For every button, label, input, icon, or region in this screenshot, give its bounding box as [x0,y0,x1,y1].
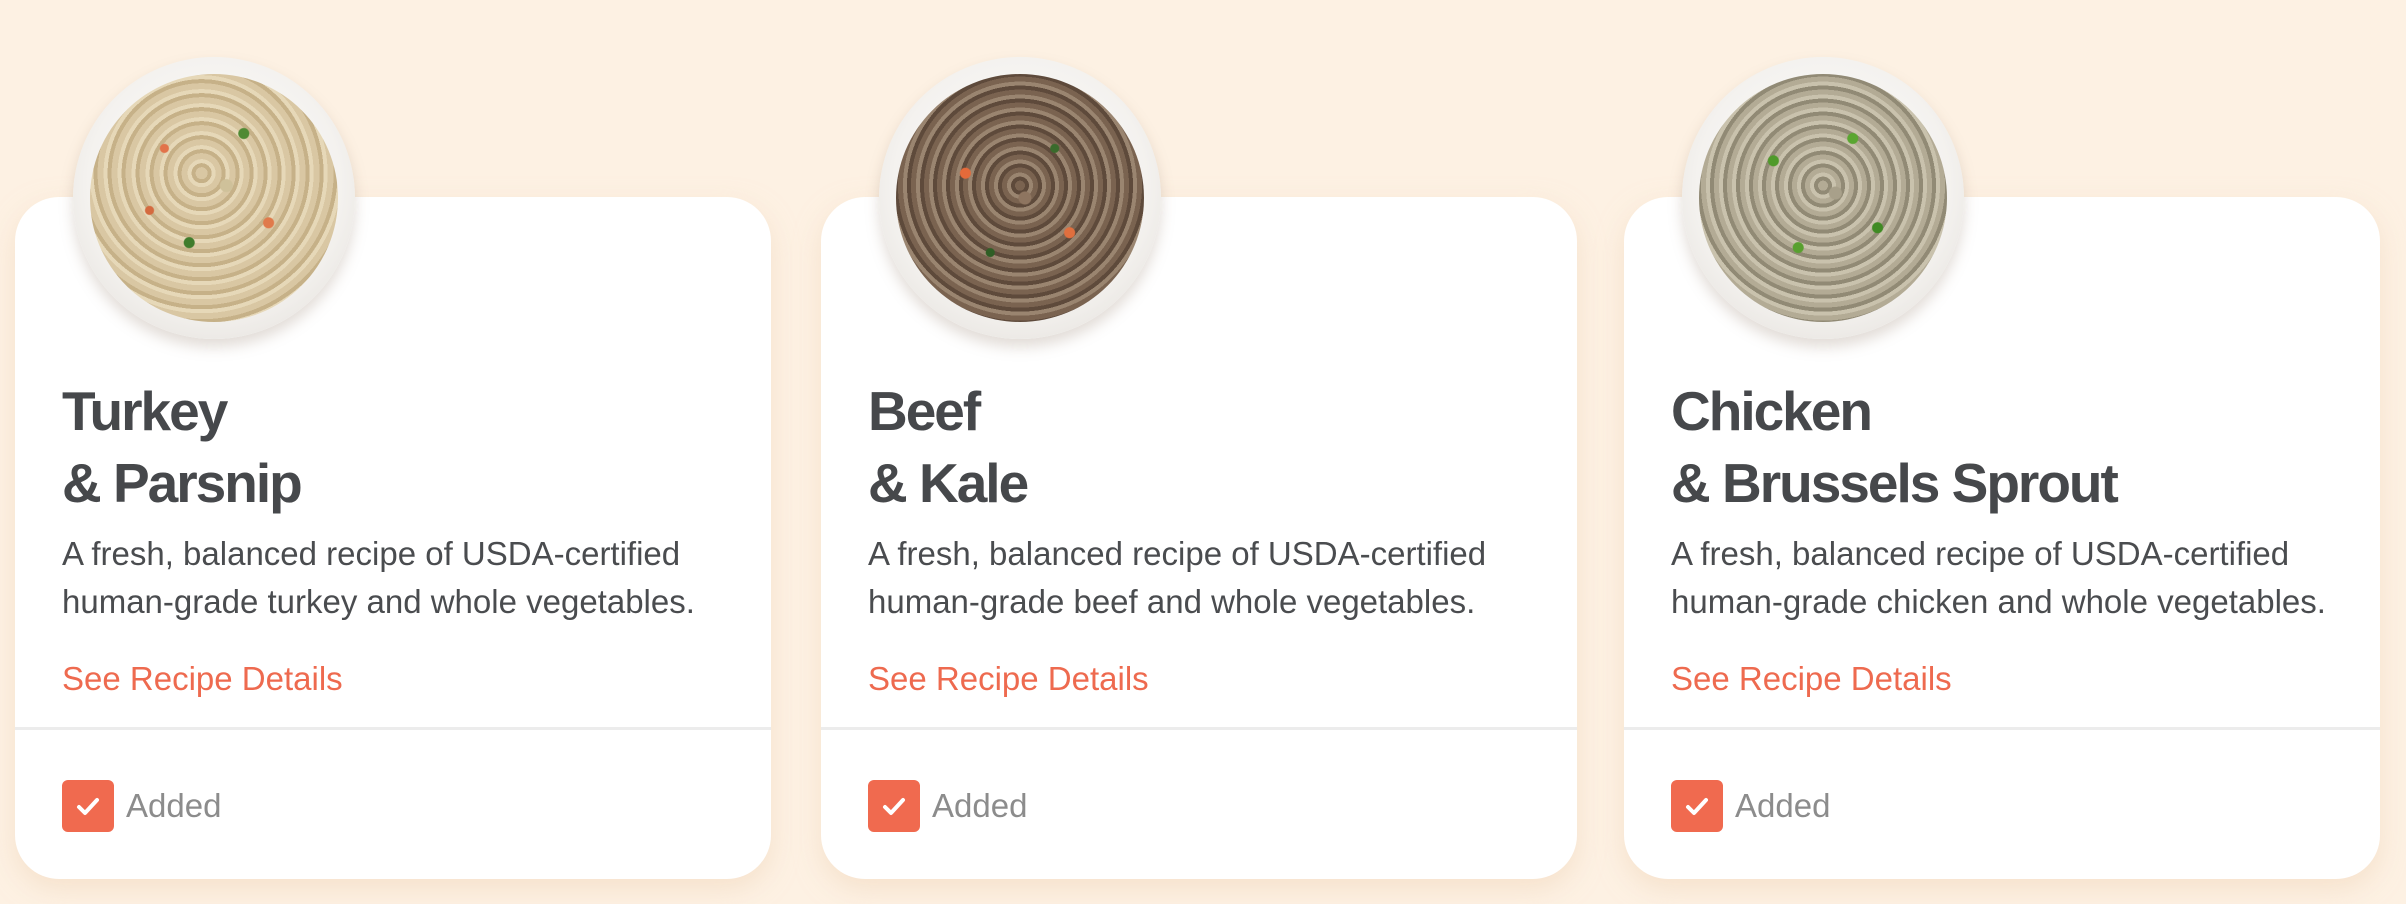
see-recipe-details-link[interactable]: See Recipe Details [868,657,1149,701]
recipe-description: A fresh, balanced recipe of USDA-certifi… [1671,530,2361,626]
recipe-card-list: Turkey & Parsnip A fresh, balanced recip… [0,0,2406,904]
recipe-description-line2: human-grade chicken and whole vegetables… [1671,583,2326,620]
added-label: Added [126,787,222,824]
recipe-card-turkey-parsnip: Turkey & Parsnip A fresh, balanced recip… [15,57,771,879]
recipe-description-line1: A fresh, balanced recipe of USDA-certifi… [1671,535,2290,572]
checked-checkbox[interactable] [62,780,114,832]
added-toggle[interactable]: Added [1671,780,1830,832]
recipe-title: Turkey & Parsnip [62,375,303,519]
recipe-card-beef-kale: Beef & Kale A fresh, balanced recipe of … [821,57,1577,879]
see-recipe-details-link[interactable]: See Recipe Details [1671,657,1952,701]
recipe-description: A fresh, balanced recipe of USDA-certifi… [868,530,1558,626]
added-label: Added [932,787,1028,824]
food-texture [90,74,338,322]
recipe-title: Beef & Kale [868,375,1029,519]
recipe-description-line2: human-grade turkey and whole vegetables. [62,583,695,620]
recipe-description: A fresh, balanced recipe of USDA-certifi… [62,530,752,626]
checkmark-icon [1686,798,1708,815]
recipe-title-line1: Chicken [1671,380,1873,442]
added-toggle[interactable]: Added [868,780,1027,832]
recipe-title-line2: & Brussels Sprout [1671,452,2119,514]
recipe-title-line2: & Kale [868,452,1029,514]
see-recipe-details-link[interactable]: See Recipe Details [62,657,343,701]
chicken-brussels-sprout-bowl-image [1682,57,1964,339]
food-texture [1699,74,1947,322]
turkey-parsnip-bowl-image [73,57,355,339]
added-toggle[interactable]: Added [62,780,221,832]
recipe-card-chicken-brussels-sprout: Chicken & Brussels Sprout A fresh, balan… [1624,57,2380,879]
card-divider [15,727,771,730]
checkmark-icon [883,798,905,815]
checked-checkbox[interactable] [1671,780,1723,832]
recipe-title-line1: Turkey [62,380,228,442]
beef-kale-bowl-image [879,57,1161,339]
checked-checkbox[interactable] [868,780,920,832]
recipe-title-line1: Beef [868,380,981,442]
added-label: Added [1735,787,1831,824]
recipe-title: Chicken & Brussels Sprout [1671,375,2119,519]
food-texture [896,74,1144,322]
checkmark-icon [77,798,99,815]
recipe-title-line2: & Parsnip [62,452,303,514]
recipe-description-line2: human-grade beef and whole vegetables. [868,583,1476,620]
recipe-description-line1: A fresh, balanced recipe of USDA-certifi… [62,535,681,572]
recipe-description-line1: A fresh, balanced recipe of USDA-certifi… [868,535,1487,572]
card-divider [821,727,1577,730]
card-divider [1624,727,2380,730]
